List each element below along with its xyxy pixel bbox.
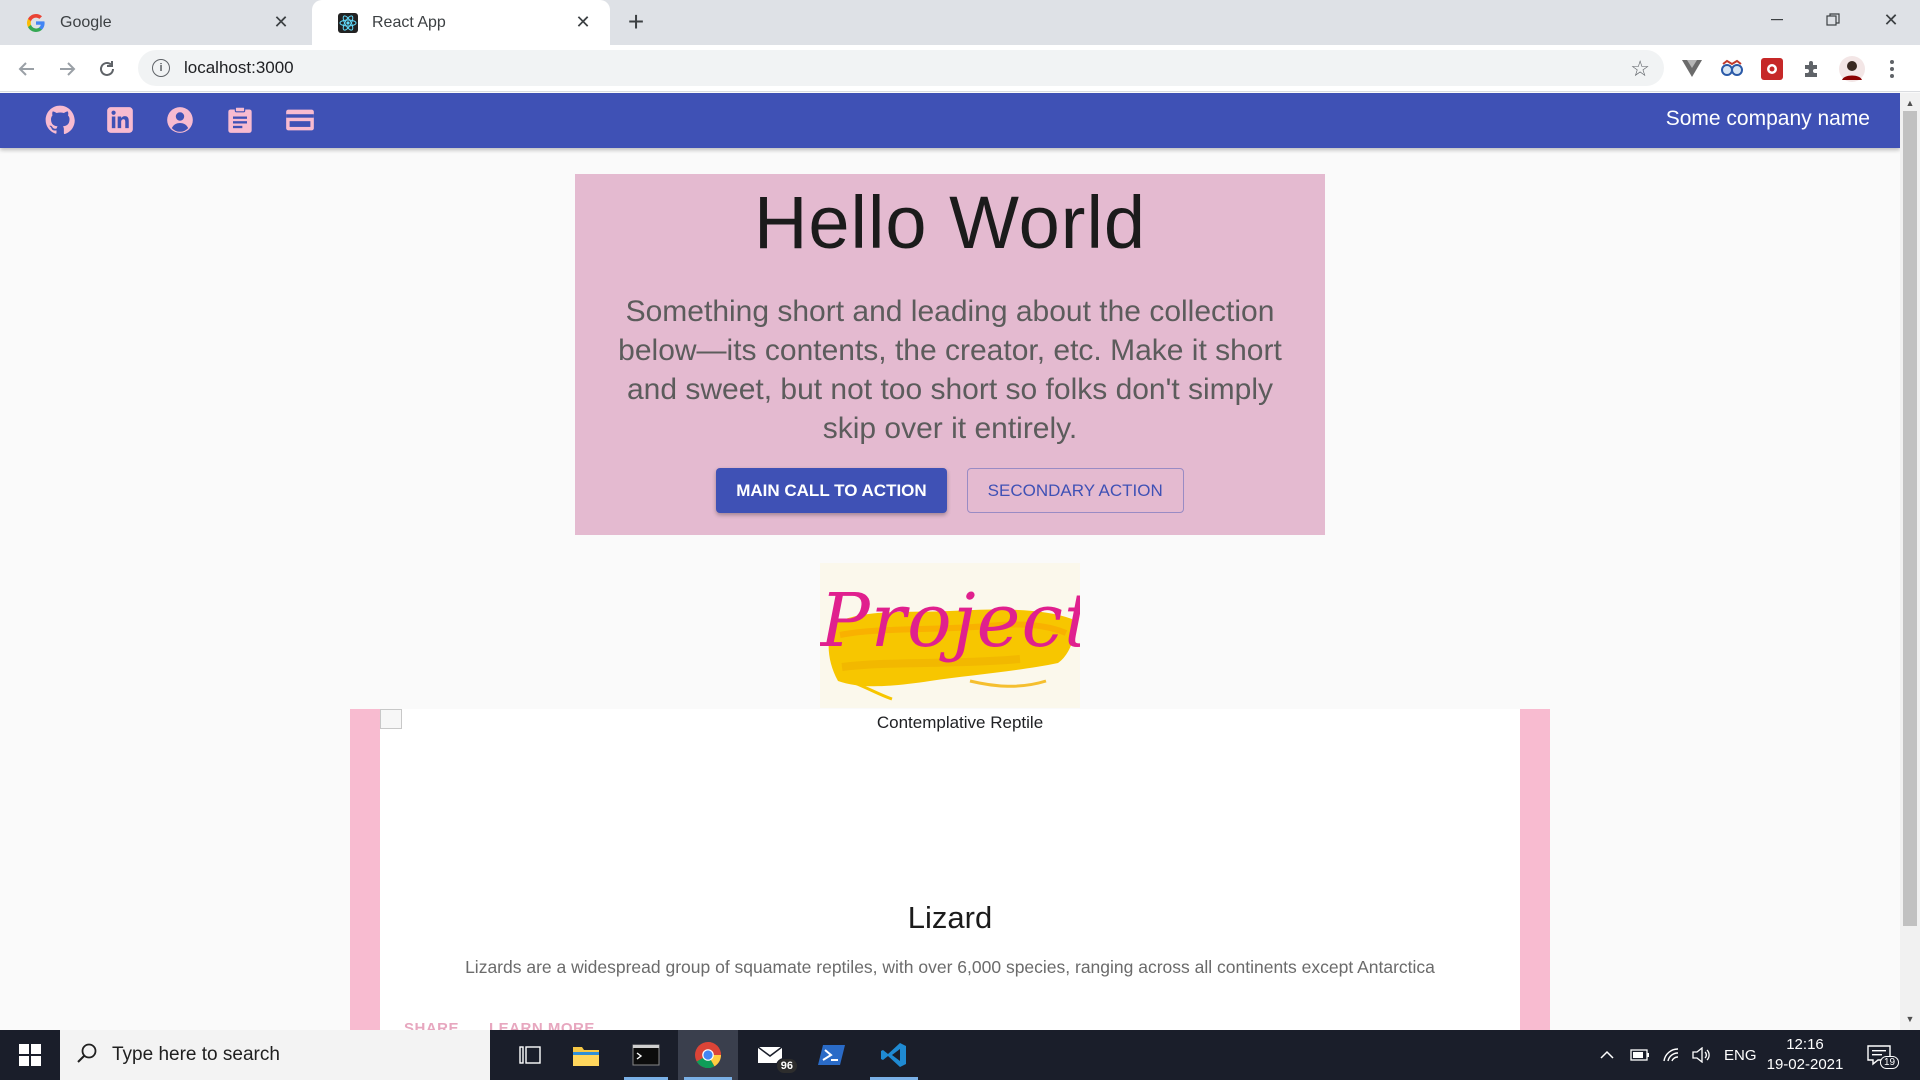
learn-more-button[interactable]: LEARN MORE (489, 1020, 595, 1030)
new-tab-button[interactable]: + (622, 6, 650, 37)
vscode-icon[interactable] (864, 1030, 924, 1080)
system-clock[interactable]: 12:16 19-02-2021 (1760, 1035, 1850, 1075)
search-icon (76, 1042, 98, 1069)
bookmark-star-icon[interactable]: ☆ (1630, 56, 1650, 82)
card-image-alt-text: Contemplative Reptile (876, 713, 1044, 732)
notifications-icon[interactable]: 19 (1866, 1030, 1900, 1080)
browser-toolbar: i localhost:3000 ☆ (0, 45, 1920, 92)
mail-badge: 96 (775, 1058, 798, 1074)
scroll-down-icon[interactable]: ▼ (1900, 1011, 1920, 1027)
company-name: Some company name (1665, 107, 1870, 130)
language-indicator[interactable]: ENG (1724, 1030, 1757, 1080)
share-button[interactable]: SHARE (404, 1020, 459, 1030)
search-placeholder: Type here to search (112, 1044, 280, 1065)
scrollbar-thumb[interactable] (1903, 111, 1917, 926)
github-icon[interactable] (44, 104, 76, 136)
close-window-button[interactable]: ✕ (1866, 0, 1916, 40)
tab-react-app[interactable]: React App ✕ (312, 0, 610, 45)
extension-glasses-icon[interactable] (1718, 55, 1746, 83)
back-icon[interactable] (12, 54, 42, 84)
terminal-icon[interactable] (618, 1030, 674, 1080)
powershell-icon[interactable] (802, 1030, 862, 1080)
info-icon[interactable]: i (152, 59, 170, 77)
battery-icon[interactable] (1630, 1030, 1650, 1080)
hero-title: Hello World (753, 181, 1147, 264)
chrome-menu-icon[interactable] (1878, 55, 1906, 83)
extension-red-icon[interactable] (1758, 55, 1786, 83)
hero-actions: MAIN CALL TO ACTION SECONDARY ACTION (575, 468, 1325, 513)
app-bar: Some company name (0, 93, 1900, 148)
project-card-container: Contemplative Reptile Lizard Lizards are… (350, 709, 1550, 1030)
task-view-icon[interactable] (502, 1030, 558, 1080)
close-icon[interactable]: ✕ (270, 12, 292, 34)
google-icon (26, 13, 46, 33)
vuejs-devtools-icon[interactable] (1678, 55, 1706, 83)
forward-icon[interactable] (52, 54, 82, 84)
chrome-taskbar-icon[interactable] (678, 1030, 738, 1080)
tab-title: Google (60, 13, 112, 31)
wifi-icon[interactable] (1662, 1030, 1682, 1080)
windows-taskbar: Type here to search 96 ENG 12:16 19-02-2… (0, 1030, 1920, 1080)
page-scrollbar[interactable]: ▲ ▼ (1900, 93, 1920, 1030)
credit-card-icon[interactable] (284, 104, 316, 136)
linkedin-icon[interactable] (104, 104, 136, 136)
tab-google[interactable]: Google ✕ (0, 0, 308, 45)
clipboard-icon[interactable] (224, 104, 256, 136)
clock-date: 19-02-2021 (1766, 1056, 1844, 1073)
card-description: Lizards are a widespread group of squama… (465, 957, 1435, 977)
react-icon (338, 12, 358, 33)
taskbar-search-box[interactable]: Type here to search (60, 1030, 490, 1080)
tab-title: React App (372, 13, 446, 31)
projects-heading-image: Projects (820, 563, 1080, 708)
account-icon[interactable] (164, 104, 196, 136)
windows-start-icon[interactable] (0, 1030, 60, 1080)
project-card: Contemplative Reptile Lizard Lizards are… (380, 709, 1520, 1030)
mail-icon[interactable]: 96 (742, 1030, 802, 1080)
main-call-to-action-button[interactable]: MAIN CALL TO ACTION (716, 468, 947, 513)
minimize-button[interactable] (1752, 0, 1802, 40)
tab-strip: Google ✕ React App ✕ + ✕ (0, 0, 1920, 45)
page-viewport: Some company name Hello World Something … (0, 93, 1900, 1030)
profile-avatar[interactable] (1838, 55, 1866, 83)
address-bar[interactable]: i localhost:3000 ☆ (138, 50, 1664, 86)
secondary-action-button[interactable]: SECONDARY ACTION (966, 468, 1184, 513)
hero-section: Hello World Something short and leading … (575, 174, 1325, 535)
show-hidden-icons[interactable] (1600, 1030, 1614, 1080)
url-text: localhost:3000 (184, 58, 294, 77)
card-title: Lizard (907, 900, 993, 935)
volume-icon[interactable] (1692, 1030, 1712, 1080)
hero-subtitle: Something short and leading about the co… (618, 295, 1282, 445)
reload-icon[interactable] (92, 54, 122, 84)
restore-button[interactable] (1808, 0, 1858, 40)
extensions-puzzle-icon[interactable] (1798, 55, 1826, 83)
close-icon[interactable]: ✕ (572, 12, 594, 34)
file-explorer-icon[interactable] (558, 1030, 614, 1080)
notification-count: 19 (1880, 1056, 1900, 1069)
clock-time: 12:16 (1786, 1036, 1824, 1053)
projects-heading: Projects (820, 578, 1080, 664)
card-actions: SHARE LEARN MORE (404, 1020, 595, 1030)
scroll-up-icon[interactable]: ▲ (1900, 95, 1920, 111)
